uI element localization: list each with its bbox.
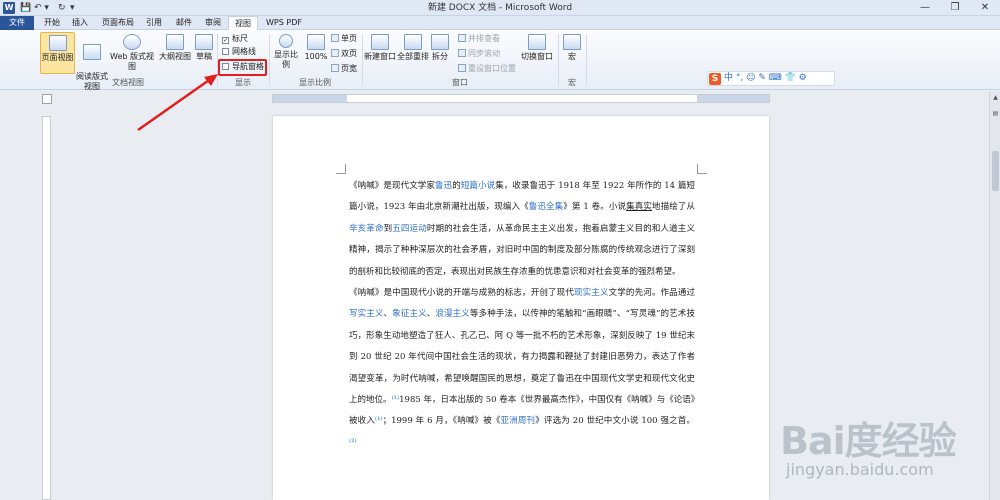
baidu-jingyan-logo: Bai度经验	[780, 419, 957, 463]
baidu-watermark: Bai度经验 jingyan.baidu.com	[780, 410, 980, 500]
watermark-url: jingyan.baidu.com	[786, 460, 934, 479]
